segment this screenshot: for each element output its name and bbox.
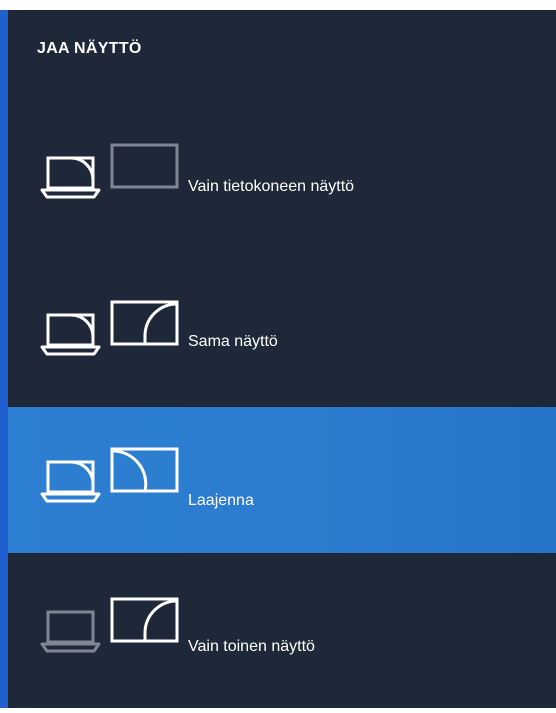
option-label: Sama näyttö (188, 333, 278, 350)
project-flyout: JAA NÄYTTÖ Vain tietokoneen näyttö Sama … (0, 10, 556, 708)
duplicate-display-icon (40, 300, 179, 356)
extend-display-icon (40, 447, 179, 503)
option-label: Laajenna (188, 492, 254, 509)
second-screen-only-icon (40, 597, 179, 653)
option-label: Vain tietokoneen näyttö (188, 178, 355, 195)
option-second-screen-only[interactable]: Vain toinen näyttö (8, 562, 556, 708)
pc-screen-only-icon (40, 143, 179, 199)
option-extend[interactable]: Laajenna (8, 407, 556, 553)
project-panel: JAA NÄYTTÖ Vain tietokoneen näyttö Sama … (0, 0, 556, 713)
option-pc-screen-only[interactable]: Vain tietokoneen näyttö (8, 108, 556, 254)
left-accent-bar (0, 10, 8, 708)
option-duplicate[interactable]: Sama näyttö (8, 265, 556, 411)
panel-title: JAA NÄYTTÖ (37, 40, 142, 57)
option-label: Vain toinen näyttö (188, 638, 315, 655)
